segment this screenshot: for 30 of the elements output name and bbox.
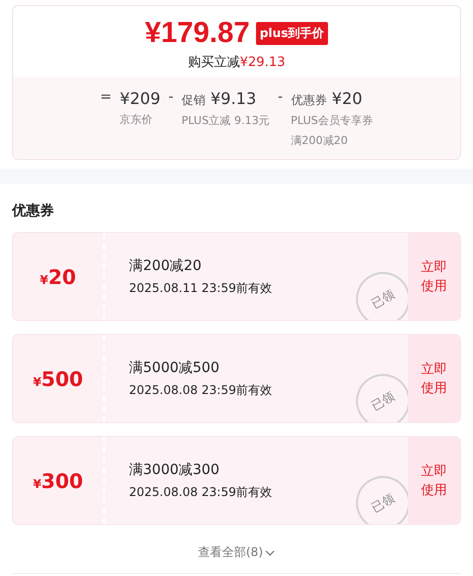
coupon-validity: 2025.08.11 23:59前有效 xyxy=(129,280,272,296)
coupon-validity: 2025.08.08 23:59前有效 xyxy=(129,484,272,500)
coupon-value: ¥500 xyxy=(32,366,84,390)
coupon-condition: 满200减20 xyxy=(129,256,202,274)
coupon-value: ¥300 xyxy=(32,468,84,492)
saving-text: 购买立减¥29.13 xyxy=(188,54,286,71)
operator-sign: - xyxy=(168,89,174,107)
use-now-button[interactable]: 立即使用 xyxy=(408,233,460,320)
breakdown-amount: ¥20 xyxy=(332,89,362,108)
operator-sign: - xyxy=(278,89,283,107)
breakdown-amount: ¥209 xyxy=(120,89,160,108)
use-now-button[interactable]: 立即使用 xyxy=(408,437,460,524)
price-tag: plus到手价 xyxy=(256,22,328,44)
breakdown-note: 满200减20 xyxy=(290,133,349,149)
coupon-condition: 满5000减500 xyxy=(129,358,220,376)
breakdown-note: 京东价 xyxy=(120,112,154,128)
breakdown-amount: ¥9.13 xyxy=(210,89,256,108)
coupon-condition: 满3000减300 xyxy=(129,460,220,478)
breakdown-label: 促销 xyxy=(181,92,206,109)
coupon-value: ¥20 xyxy=(40,264,76,288)
operator-sign: = xyxy=(100,89,112,107)
coupon-validity: 2025.08.08 23:59前有效 xyxy=(129,382,272,398)
breakdown-label: 优惠券 xyxy=(290,92,327,109)
view-all-link[interactable]: 查看全部(8) xyxy=(192,538,281,567)
final-price: ¥179.87 xyxy=(144,16,250,50)
section-title: 优惠券 xyxy=(12,202,55,220)
breakdown-note: PLUS立减 9.13元 xyxy=(181,113,270,129)
breakdown-note: PLUS会员专享券 xyxy=(290,113,374,129)
use-now-button[interactable]: 立即使用 xyxy=(408,335,460,422)
chevron-down-icon xyxy=(265,550,275,556)
